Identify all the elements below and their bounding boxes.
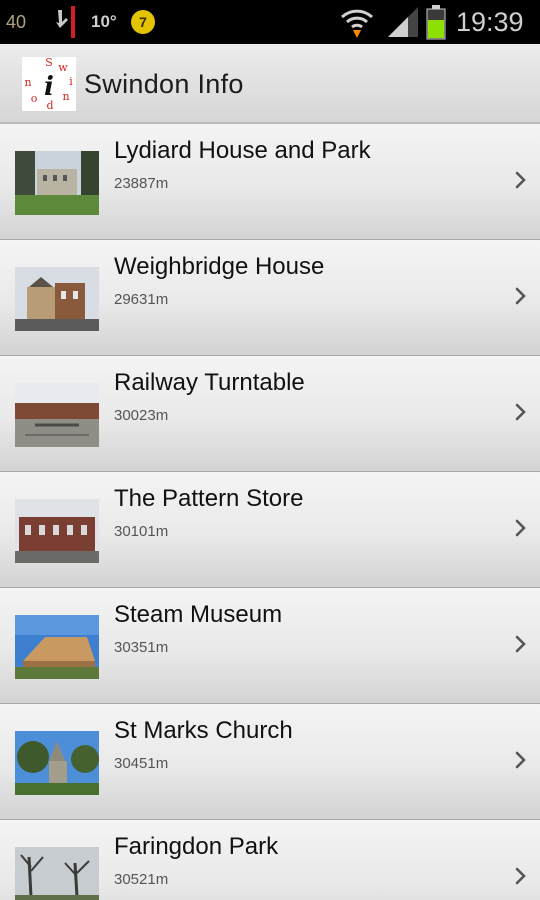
signal-icon: [386, 0, 420, 44]
place-name: Weighbridge House: [114, 253, 325, 280]
list-item-faringdon-park[interactable]: Faringdon Park 30521m: [0, 820, 540, 900]
badge-icon: 7: [131, 0, 155, 44]
chevron-right-icon: [515, 287, 526, 305]
place-name: Lydiard House and Park: [114, 137, 371, 164]
steam-museum-thumbnail: [15, 615, 99, 679]
chevron-right-icon: [515, 171, 526, 189]
place-distance: 30351m: [114, 639, 169, 656]
railway-turntable-thumbnail: [15, 383, 99, 447]
place-distance: 23887m: [114, 175, 169, 192]
wifi-icon: [340, 0, 374, 44]
faringdon-park-thumbnail: [15, 847, 99, 900]
svg-text:w: w: [58, 61, 68, 74]
chevron-right-icon: [515, 403, 526, 421]
chevron-right-icon: [515, 751, 526, 769]
svg-text:i: i: [69, 75, 73, 88]
usb-icon: [50, 0, 80, 44]
place-distance: 30023m: [114, 407, 169, 424]
temperature-readout: 10°: [91, 12, 117, 31]
info-logo-icon[interactable]: S w i n d o n i: [22, 56, 76, 112]
places-list: Lydiard House and Park 23887m Weighbridg…: [0, 124, 540, 900]
app-title-bar: S w i n d o n i Swindon Info: [0, 44, 540, 124]
list-item-lydiard-house[interactable]: Lydiard House and Park 23887m: [0, 124, 540, 240]
battery-icon: [426, 0, 446, 44]
weighbridge-house-thumbnail: [15, 267, 99, 331]
svg-text:i: i: [44, 72, 54, 102]
status-number: 40: [6, 11, 27, 32]
place-distance: 30521m: [114, 871, 169, 888]
st-marks-church-thumbnail: [15, 731, 99, 795]
status-bar: 40 10° 7 19:39: [0, 0, 540, 44]
place-distance: 29631m: [114, 291, 169, 308]
place-distance: 30451m: [114, 755, 169, 772]
svg-text:n: n: [24, 76, 31, 89]
clock: 19:39: [456, 6, 524, 37]
place-name: Faringdon Park: [114, 833, 279, 860]
place-name: St Marks Church: [114, 717, 293, 744]
place-name: Railway Turntable: [114, 369, 305, 396]
lydiard-house-thumbnail: [15, 151, 99, 215]
place-distance: 30101m: [114, 523, 169, 540]
app-screen: 40 10° 7 19:39 S w i n d o n i Swindon I…: [0, 0, 540, 900]
svg-text:S: S: [45, 57, 53, 69]
list-item-st-marks-church[interactable]: St Marks Church 30451m: [0, 704, 540, 820]
chevron-right-icon: [515, 635, 526, 653]
list-item-railway-turntable[interactable]: Railway Turntable 30023m: [0, 356, 540, 472]
list-item-weighbridge-house[interactable]: Weighbridge House 29631m: [0, 240, 540, 356]
svg-text:o: o: [31, 92, 38, 105]
pattern-store-thumbnail: [15, 499, 99, 563]
app-title: Swindon Info: [84, 68, 244, 99]
list-item-pattern-store[interactable]: The Pattern Store 30101m: [0, 472, 540, 588]
chevron-right-icon: [515, 867, 526, 885]
svg-text:n: n: [62, 90, 69, 103]
badge-number: 7: [131, 10, 155, 34]
chevron-right-icon: [515, 519, 526, 537]
place-name: Steam Museum: [114, 601, 283, 628]
list-item-steam-museum[interactable]: Steam Museum 30351m: [0, 588, 540, 704]
place-name: The Pattern Store: [114, 485, 304, 512]
